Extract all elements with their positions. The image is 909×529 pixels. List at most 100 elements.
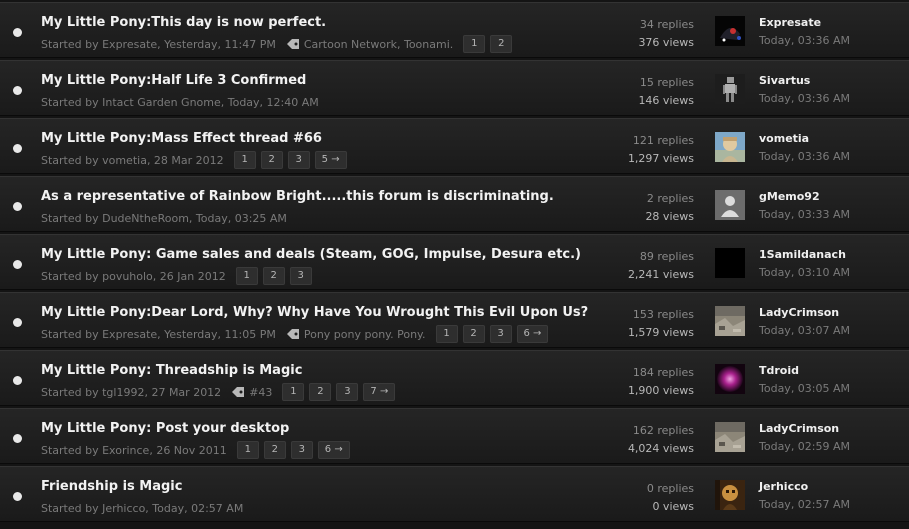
page-link[interactable]: 2 (262, 267, 285, 285)
topic-title-link[interactable]: My Little Pony:Half Life 3 Confirmed (41, 73, 306, 88)
topic-title-link[interactable]: My Little Pony:Mass Effect thread #66 (41, 131, 322, 146)
page-link[interactable]: 2 (263, 441, 286, 459)
page-link[interactable]: 1 (435, 325, 458, 343)
topic-list: My Little Pony:This day is now perfect. S… (0, 0, 909, 529)
topic-title-link[interactable]: My Little Pony: Post your desktop (41, 421, 289, 436)
last-poster-link[interactable]: 1Samildanach (759, 248, 846, 261)
last-poster-link[interactable]: LadyCrimson (759, 306, 839, 319)
last-post-time: Today, 03:07 AM (759, 324, 851, 337)
last-post-time: Today, 03:33 AM (759, 208, 851, 221)
topic-tag[interactable]: Pony pony pony. Pony. (286, 328, 426, 341)
topic-tag[interactable]: Cartoon Network, Toonami. (286, 38, 453, 51)
topic-title-link[interactable]: My Little Pony: Threadship is Magic (41, 363, 302, 378)
started-by-text: Started by vometia, 28 Mar 2012 (41, 153, 224, 167)
page-link[interactable]: 1 (236, 441, 259, 459)
replies-count: 34 replies (639, 18, 694, 31)
dark-creature-avatar-icon[interactable] (715, 16, 745, 46)
unread-indicator-icon (13, 28, 22, 37)
last-poster-link[interactable]: Tdroid (759, 364, 799, 377)
unread-indicator-icon (13, 86, 22, 95)
unread-indicator-icon (13, 434, 22, 443)
views-count: 2,241 views (627, 268, 694, 281)
page-link[interactable]: 2 (490, 35, 513, 53)
page-link[interactable]: 3 (289, 267, 312, 285)
replies-count: 2 replies (646, 192, 694, 205)
page-link[interactable]: 5 → (314, 151, 347, 169)
page-link[interactable]: 1 (282, 383, 305, 401)
page-link[interactable]: 3 (290, 441, 313, 459)
page-link[interactable]: 6 → (317, 441, 350, 459)
unread-indicator-icon (13, 144, 22, 153)
views-count: 28 views (645, 210, 694, 223)
pagination: 123 (235, 267, 317, 285)
topic-meta: Started by tgl1992, 27 Mar 2012 #43 1 2 3 7 → (41, 382, 400, 402)
topic-stats: 184 replies 1,900 views (574, 364, 694, 400)
rubble-photo-avatar-icon[interactable] (715, 422, 745, 452)
topic-stats: 15 replies 146 views (574, 74, 694, 110)
page-link[interactable]: 7 → (363, 383, 396, 401)
views-count: 1,579 views (627, 326, 694, 339)
last-poster-link[interactable]: vometia (759, 132, 809, 145)
last-poster-link[interactable]: Expresate (759, 16, 821, 29)
topic-tag[interactable]: #43 (231, 386, 272, 399)
page-link[interactable]: 1 (463, 35, 486, 53)
topic-title-link[interactable]: My Little Pony: Game sales and deals (St… (41, 247, 581, 262)
page-link[interactable]: 2 (260, 151, 283, 169)
started-by-text: Started by povuholo, 26 Jan 2012 (41, 269, 226, 283)
topic-title-link[interactable]: My Little Pony:Dear Lord, Why? Why Have … (41, 305, 588, 320)
default-user-avatar-icon[interactable] (715, 190, 745, 220)
unread-indicator-icon (13, 376, 22, 385)
topic-stats: 2 replies 28 views (574, 190, 694, 226)
glowing-orb-avatar-icon[interactable] (715, 364, 745, 394)
started-by-text: Started by Exorince, 26 Nov 2011 (41, 443, 227, 457)
pagination: 1235 → (233, 151, 352, 169)
topic-row: My Little Pony: Post your desktop Started… (0, 408, 909, 464)
black-avatar-icon[interactable] (715, 248, 745, 278)
topic-row: My Little Pony: Game sales and deals (St… (0, 234, 909, 290)
last-post-time: Today, 03:36 AM (759, 150, 851, 163)
tag-icon (286, 39, 299, 49)
robot-figure-avatar-icon[interactable] (715, 74, 745, 104)
topic-row: My Little Pony:Half Life 3 Confirmed Star… (0, 60, 909, 116)
replies-count: 184 replies (632, 366, 694, 379)
page-link[interactable]: 3 (489, 325, 512, 343)
topic-stats: 89 replies 2,241 views (574, 248, 694, 284)
topic-meta: Started by Jerhicco, Today, 02:57 AM (41, 498, 253, 518)
page-link[interactable]: 3 (287, 151, 310, 169)
photo-person-avatar-icon[interactable] (715, 132, 745, 162)
tag-label: Cartoon Network, Toonami. (303, 37, 454, 51)
pagination: 1236 → (236, 441, 355, 459)
last-poster-link[interactable]: Sivartus (759, 74, 810, 87)
gold-portrait-avatar-icon[interactable] (715, 480, 745, 510)
started-by-text: Started by DudeNtheRoom, Today, 03:25 AM (41, 211, 287, 225)
topic-row: My Little Pony:This day is now perfect. S… (0, 2, 909, 58)
topic-title-link[interactable]: Friendship is Magic (41, 479, 182, 494)
tag-label: #43 (249, 385, 273, 399)
views-count: 1,900 views (627, 384, 694, 397)
page-link[interactable]: 3 (336, 383, 359, 401)
page-link[interactable]: 6 → (516, 325, 549, 343)
last-poster-link[interactable]: Jerhicco (759, 480, 808, 493)
topic-meta: Started by DudeNtheRoom, Today, 03:25 AM (41, 208, 297, 228)
page-link[interactable]: 1 (233, 151, 256, 169)
rubble-photo-avatar-icon[interactable] (715, 306, 745, 336)
pagination: 1237 → (282, 383, 400, 401)
last-post-time: Today, 03:36 AM (759, 34, 851, 47)
last-post-time: Today, 03:05 AM (759, 382, 851, 395)
topic-title-link[interactable]: As a representative of Rainbow Bright...… (41, 189, 554, 204)
last-poster-link[interactable]: LadyCrimson (759, 422, 839, 435)
page-link[interactable]: 1 (235, 267, 258, 285)
unread-indicator-icon (13, 260, 22, 269)
topic-meta: Started by Intact Garden Gnome, Today, 1… (41, 92, 329, 112)
topic-stats: 34 replies 376 views (574, 16, 694, 52)
tag-icon (232, 387, 245, 397)
topic-title-link[interactable]: My Little Pony:This day is now perfect. (41, 15, 326, 30)
topic-meta: Started by Exorince, 26 Nov 2011 1 2 3 6 → (41, 440, 355, 460)
unread-indicator-icon (13, 318, 22, 327)
views-count: 4,024 views (627, 442, 694, 455)
page-link[interactable]: 2 (462, 325, 485, 343)
replies-count: 89 replies (639, 250, 694, 263)
last-poster-link[interactable]: gMemo92 (759, 190, 820, 203)
page-link[interactable]: 2 (309, 383, 332, 401)
topic-row: My Little Pony:Mass Effect thread #66 Sta… (0, 118, 909, 174)
